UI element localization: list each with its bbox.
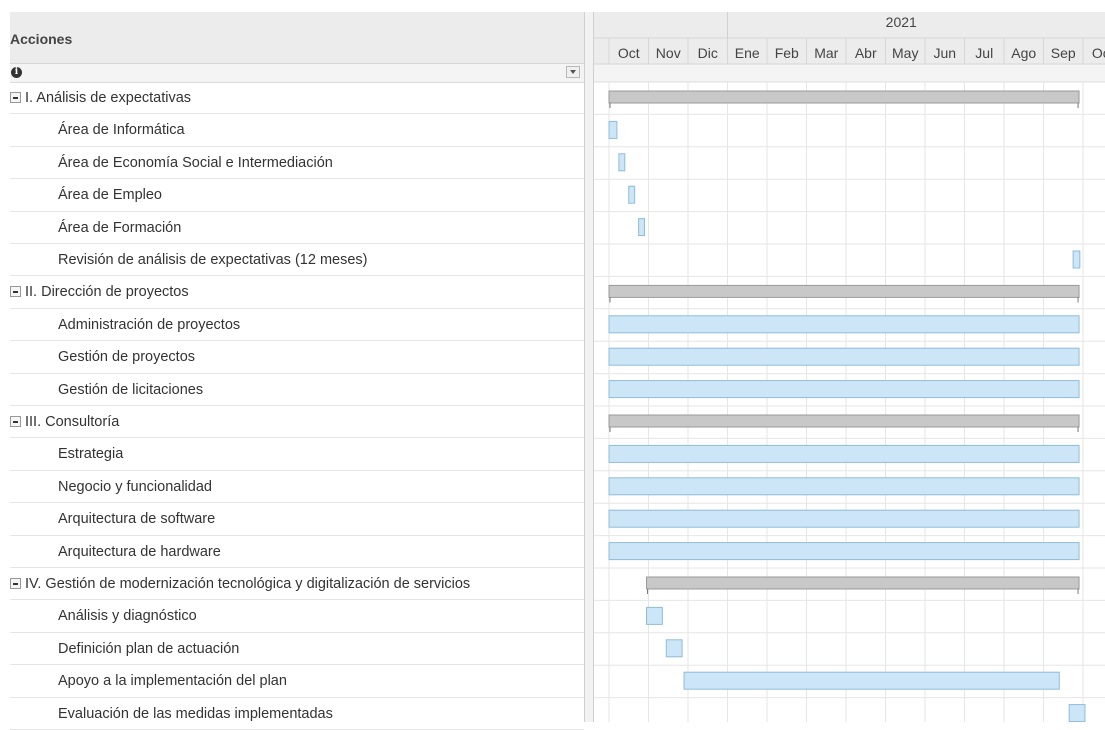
- task-bar[interactable]: [628, 185, 636, 204]
- month-label: Oct: [1092, 45, 1105, 61]
- task-row[interactable]: Definición plan de actuación: [10, 633, 584, 666]
- task-label: Estrategia: [58, 446, 124, 463]
- task-bar[interactable]: [683, 671, 1060, 690]
- task-bar[interactable]: [608, 509, 1080, 528]
- month-label: Jun: [933, 45, 956, 61]
- month-label: Oct: [618, 45, 640, 61]
- task-label: Definición plan de actuación: [58, 640, 240, 657]
- task-row[interactable]: Estrategia: [10, 438, 584, 471]
- task-row[interactable]: Arquitectura de hardware: [10, 536, 584, 568]
- task-label: Evaluación de las medidas implementadas: [58, 705, 333, 722]
- month-label: Ago: [1011, 45, 1036, 61]
- month-label: Dic: [698, 45, 718, 61]
- task-label: Arquitectura de hardware: [58, 543, 221, 560]
- task-label: Área de Informática: [58, 122, 185, 139]
- actions-header-label: Acciones: [10, 31, 73, 47]
- task-row[interactable]: Revisión de análisis de expectativas (12…: [10, 244, 584, 277]
- task-bar[interactable]: [608, 315, 1080, 334]
- column-tools-row: i: [10, 64, 584, 83]
- task-row[interactable]: Administración de proyectos: [10, 309, 584, 342]
- task-label: Arquitectura de software: [58, 511, 216, 528]
- task-label: Área de Formación: [58, 219, 182, 236]
- summary-bar[interactable]: [646, 576, 1080, 590]
- task-row[interactable]: Apoyo a la implementación del plan: [10, 665, 584, 698]
- month-label: Mar: [814, 45, 838, 61]
- task-row[interactable]: Área de Formación: [10, 212, 584, 244]
- task-label: II. Dirección de proyectos: [25, 284, 189, 301]
- task-label: III. Consultoría: [25, 414, 120, 430]
- task-bar[interactable]: [618, 153, 626, 172]
- month-label: Feb: [775, 45, 799, 61]
- task-row[interactable]: Área de Informática: [10, 114, 584, 147]
- gantt-chart: 2021 Oct Nov Dic Ene Feb Mar Abr May Jun Jul Ago Sep…: [594, 12, 1105, 722]
- actions-panel: Acciones i I. Análisis de expectativas Ár…: [10, 12, 584, 730]
- task-label: Área de Economía Social e Intermediación: [58, 154, 333, 171]
- task-label: Análisis y diagnóstico: [58, 608, 197, 625]
- task-group-row[interactable]: III. Consultoría: [10, 406, 584, 439]
- summary-bar[interactable]: [608, 284, 1080, 298]
- task-label: Apoyo a la implementación del plan: [58, 673, 287, 690]
- gantt-view: Acciones i I. Análisis de expectativas Ár…: [0, 0, 1105, 730]
- month-label: Jul: [975, 45, 993, 61]
- month-label: Nov: [656, 45, 681, 61]
- task-row[interactable]: Área de Empleo: [10, 179, 584, 212]
- collapse-icon[interactable]: [10, 286, 21, 298]
- chevron-down-icon[interactable]: [566, 66, 580, 78]
- task-row[interactable]: Análisis y diagnóstico: [10, 600, 584, 633]
- task-bar[interactable]: [1068, 704, 1086, 722]
- timeline-subheader-bg: [594, 64, 1105, 82]
- task-bar[interactable]: [608, 120, 618, 139]
- task-bar[interactable]: [665, 639, 683, 658]
- summary-bar[interactable]: [608, 414, 1080, 428]
- pane-splitter[interactable]: [584, 12, 594, 722]
- year-label: 2021: [886, 14, 917, 30]
- task-label: Área de Empleo: [58, 187, 162, 204]
- task-group-row[interactable]: I. Análisis de expectativas: [10, 82, 584, 115]
- task-bar[interactable]: [608, 380, 1080, 399]
- task-label: Administración de proyectos: [58, 316, 241, 333]
- task-row[interactable]: Evaluación de las medidas implementadas: [10, 698, 584, 730]
- summary-bar[interactable]: [608, 90, 1080, 104]
- month-label: Ene: [735, 45, 760, 61]
- task-bar[interactable]: [608, 477, 1080, 496]
- task-label: I. Análisis de expectativas: [25, 90, 192, 106]
- task-row[interactable]: Área de Economía Social e Intermediación: [10, 147, 584, 180]
- task-label: Gestión de licitaciones: [58, 381, 204, 398]
- collapse-icon[interactable]: [10, 578, 21, 589]
- month-label: Sep: [1051, 45, 1076, 61]
- task-row[interactable]: Gestión de proyectos: [10, 341, 584, 374]
- task-group-row[interactable]: IV. Gestión de modernización tecnológica…: [10, 568, 584, 601]
- task-bar[interactable]: [646, 606, 663, 625]
- task-group-row[interactable]: II. Dirección de proyectos: [10, 276, 584, 309]
- task-label: Gestión de proyectos: [58, 349, 196, 366]
- task-row[interactable]: Negocio y funcionalidad: [10, 471, 584, 504]
- task-bar[interactable]: [608, 542, 1080, 561]
- collapse-icon[interactable]: [10, 92, 21, 103]
- actions-column-header[interactable]: Acciones: [10, 12, 584, 64]
- task-label: Revisión de análisis de expectativas (12…: [58, 252, 368, 268]
- task-bar[interactable]: [1072, 250, 1081, 269]
- task-row[interactable]: Gestión de licitaciones: [10, 374, 584, 406]
- gantt-svg: 2021 Oct Nov Dic Ene Feb Mar Abr May Jun Jul Ago Sep…: [594, 12, 1105, 722]
- month-label: Abr: [855, 45, 877, 61]
- task-label: IV. Gestión de modernización tecnológica…: [25, 576, 471, 592]
- task-label: Negocio y funcionalidad: [58, 478, 212, 495]
- task-bar[interactable]: [608, 347, 1080, 366]
- month-label: May: [892, 45, 918, 61]
- info-icon[interactable]: i: [11, 67, 22, 78]
- task-bar[interactable]: [638, 218, 646, 237]
- task-row[interactable]: Arquitectura de software: [10, 503, 584, 536]
- task-bar[interactable]: [608, 444, 1080, 463]
- collapse-icon[interactable]: [10, 416, 21, 427]
